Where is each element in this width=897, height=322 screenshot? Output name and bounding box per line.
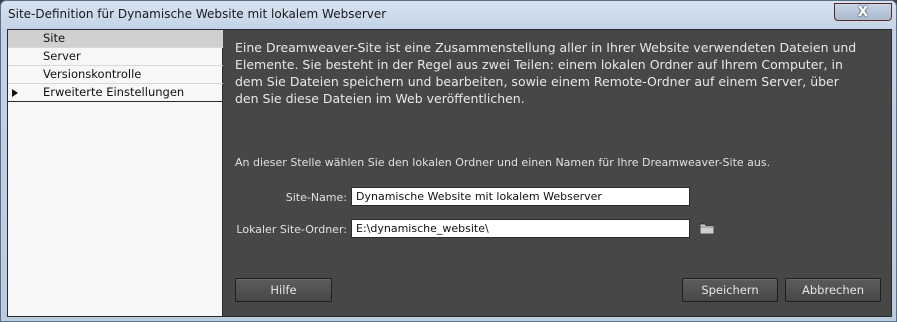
intro-line: den Sie diese Dateien im Web veröffentli… [235, 91, 525, 106]
site-name-field[interactable]: Dynamische Website mit lokalem Webserver [351, 187, 690, 206]
sidebar-item-label: Erweiterte Einstellungen [43, 85, 185, 99]
sidebar-item-versionskontrolle[interactable]: Versionskontrolle [8, 66, 223, 84]
close-icon: X [857, 4, 869, 20]
intro-line: dem Sie Dateien speichern und bearbeiten… [235, 74, 839, 89]
dialog-body: Site Server Versionskontrolle Erweiterte… [7, 29, 892, 317]
save-button[interactable]: Speichern [682, 278, 778, 302]
sidebar: Site Server Versionskontrolle Erweiterte… [8, 30, 223, 316]
cancel-button[interactable]: Abbrechen [785, 278, 881, 302]
intro-line: Eine Dreamweaver-Site ist eine Zusammens… [235, 40, 857, 55]
expand-arrow-icon[interactable] [12, 89, 18, 97]
window-title: Site-Definition für Dynamische Website m… [8, 7, 387, 21]
sidebar-item-erweiterte-einstellungen[interactable]: Erweiterte Einstellungen [8, 84, 223, 102]
title-bar[interactable]: Site-Definition für Dynamische Website m… [1, 1, 896, 27]
intro-line: Elemente. Sie besteht in der Regel aus z… [235, 57, 843, 72]
hint-text: An dieser Stelle wählen Sie den lokalen … [235, 156, 771, 169]
sidebar-item-label: Server [43, 49, 81, 63]
sidebar-item-site[interactable]: Site [8, 30, 223, 48]
main-panel: Eine Dreamweaver-Site ist eine Zusammens… [224, 30, 891, 316]
sidebar-item-label: Site [43, 31, 66, 45]
sidebar-item-server[interactable]: Server [8, 48, 223, 66]
sidebar-item-label: Versionskontrolle [43, 67, 142, 81]
local-folder-field[interactable]: E:\dynamische_website\ [351, 219, 690, 238]
site-name-label: Site-Name: [285, 191, 347, 204]
local-folder-label: Lokaler Site-Ordner: [236, 223, 347, 236]
close-button[interactable]: X [834, 3, 892, 21]
help-button[interactable]: Hilfe [235, 278, 332, 302]
site-definition-dialog: Site-Definition für Dynamische Website m… [0, 0, 897, 322]
intro-text: Eine Dreamweaver-Site ist eine Zusammens… [235, 39, 880, 107]
folder-icon[interactable] [700, 223, 714, 234]
